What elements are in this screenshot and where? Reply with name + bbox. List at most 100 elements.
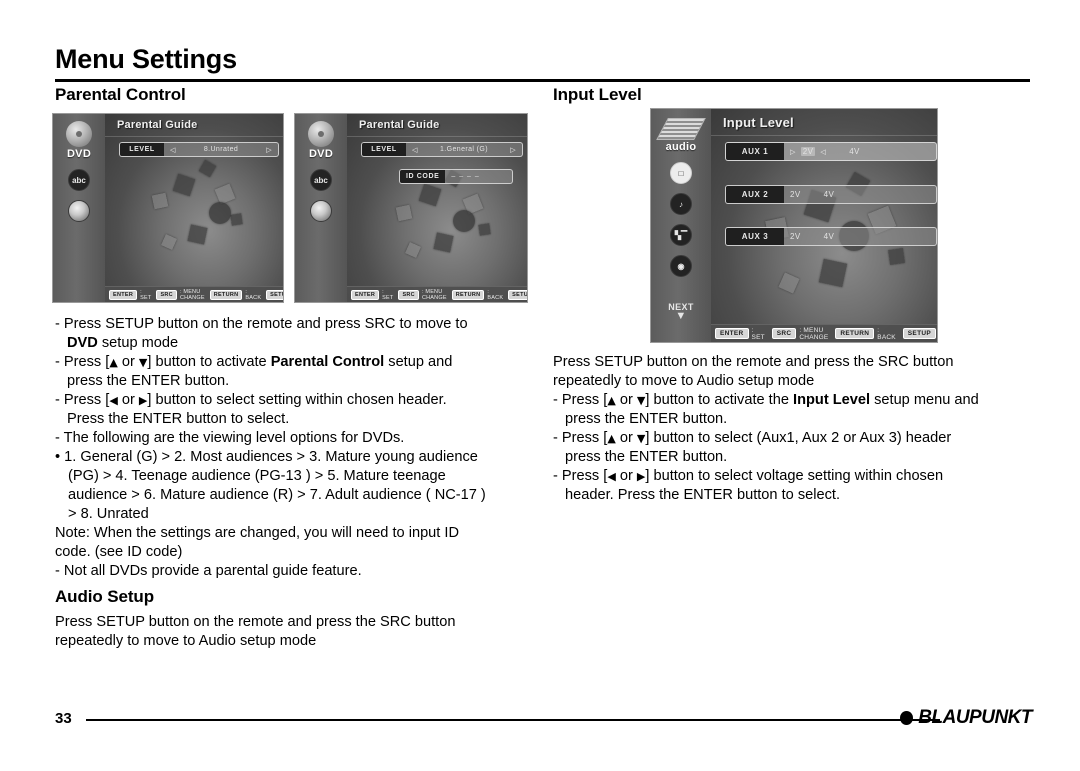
osd-sidebar-brand: DVD xyxy=(66,148,92,160)
osd-row-aux2[interactable]: AUX 2 2V 4V xyxy=(725,185,937,204)
left-arrow-icon[interactable]: ◁ xyxy=(820,148,826,156)
osd-row-label: AUX 2 xyxy=(726,186,784,203)
instruction-line: press the ENTER button. xyxy=(553,448,1031,467)
right-arrow-icon[interactable]: ▷ xyxy=(266,146,272,154)
osd-row-level[interactable]: LEVEL ◁ 1.General (G) ▷ xyxy=(361,142,523,157)
up-arrow-icon: ▲ xyxy=(607,432,616,445)
key-action: : SET xyxy=(140,288,152,301)
instruction-text: - Press [ xyxy=(55,392,110,408)
instruction-line: repeatedly to move to Audio setup mode xyxy=(55,632,529,651)
osd-screen: Input Level AUX 1 ▷ 2V ◁ 4V AUX 2 2V 4V … xyxy=(711,109,937,342)
keyhint-src: SRC : MENU CHANGE xyxy=(156,289,204,301)
instruction-text: - Press [ xyxy=(553,392,608,408)
instruction-text: ] button to select setting within chosen… xyxy=(147,392,447,408)
osd-row-level[interactable]: LEVEL ◁ 8.Unrated ▷ xyxy=(119,142,279,157)
osd-sidebar: DVD abc xyxy=(295,114,369,302)
subwoofer-icon: ◉ xyxy=(670,255,692,277)
instruction-line: press the ENTER button. xyxy=(553,410,1031,429)
title-divider xyxy=(55,79,1030,82)
osd-row-value: 1.General (G) xyxy=(440,146,488,153)
instruction-text: Note: When the settings are changed, you… xyxy=(55,525,460,541)
instruction-text: ] button to select (Aux1, Aux 2 or Aux 3… xyxy=(645,430,952,446)
key-label: SETUP xyxy=(266,289,283,300)
osd-row-aux3[interactable]: AUX 3 2V 4V xyxy=(725,227,937,246)
osd-row-value-alt[interactable]: 4V xyxy=(849,147,860,156)
osd-screen: Parental Guide LEVEL ◁ 1.General (G) ▷ I… xyxy=(347,114,527,302)
screenshot-input-level: audio □ ♪ ▚▔ ◉ NEXT ▼ Input Level AUX 1 … xyxy=(650,108,938,343)
instruction-text: - Not all DVDs provide a parental guide … xyxy=(55,563,362,579)
instruction-text: - Press [ xyxy=(55,354,110,370)
section-heading-parental-control: Parental Control xyxy=(55,85,186,104)
left-arrow-icon[interactable]: ◁ xyxy=(412,146,418,154)
osd-row-aux1[interactable]: AUX 1 ▷ 2V ◁ 4V xyxy=(725,142,937,161)
right-arrow-icon[interactable]: ▷ xyxy=(790,148,796,156)
osd-row-id-code[interactable]: ID CODE – – – – xyxy=(399,169,513,184)
osd-row-value-alt[interactable]: 4V xyxy=(824,190,835,199)
instruction-line: (PG) > 4. Teenage audience (PG-13 ) > 5.… xyxy=(55,467,529,486)
osd-row-value-selected[interactable]: 2V xyxy=(790,232,801,241)
instruction-line: - Press SETUP button on the remote and p… xyxy=(55,315,529,334)
key-label: RETURN xyxy=(451,289,485,300)
instruction-text: • 1. General (G) > 2. Most audiences > 3… xyxy=(55,449,478,465)
osd-keyhint-bar: ENTER : SET SRC : MENU CHANGE RETURN : B… xyxy=(347,286,527,302)
left-arrow-icon: ◀ xyxy=(607,470,616,483)
keyhint-enter: ENTER : SET xyxy=(109,289,151,301)
osd-row-label: ID CODE xyxy=(400,170,446,183)
instruction-line: DVD setup mode xyxy=(55,334,529,353)
instruction-emphasis: Parental Control xyxy=(270,354,385,370)
keyhint-return: RETURN : BACK xyxy=(451,289,503,301)
manual-page: Menu Settings Parental Control Input Lev… xyxy=(0,0,1080,771)
key-action: : SET xyxy=(382,288,394,301)
audio-setup-instructions: Press SETUP button on the remote and pre… xyxy=(55,613,529,651)
instruction-text: press the ENTER button. xyxy=(67,373,230,389)
osd-title-divider xyxy=(347,136,527,137)
instruction-text: press the ENTER button. xyxy=(565,411,728,427)
instruction-line: > 8. Unrated xyxy=(55,505,529,524)
instruction-text: Press SETUP button on the remote and pre… xyxy=(55,614,456,630)
instruction-text: - Press [ xyxy=(553,430,608,446)
instruction-line: header. Press the ENTER button to select… xyxy=(553,486,1031,505)
screenshot-parental-guide-1: DVD abc Parental Guide LEVEL ◁ 8.Unrated… xyxy=(52,113,284,303)
key-action: : BACK xyxy=(877,326,896,341)
instruction-line: - Not all DVDs provide a parental guide … xyxy=(55,562,529,581)
osd-row-value-selected[interactable]: 2V xyxy=(790,190,801,199)
instruction-line: Press SETUP button on the remote and pre… xyxy=(553,353,1031,372)
osd-row-value: 8.Unrated xyxy=(203,146,239,153)
osd-keyhint-bar: ENTER : SET SRC : MENU CHANGE RETURN : B… xyxy=(711,324,937,342)
instruction-text: Press SETUP button on the remote and pre… xyxy=(553,354,954,370)
instruction-text: Press the ENTER button to select. xyxy=(67,411,290,427)
osd-sidebar: audio □ ♪ ▚▔ ◉ NEXT ▼ xyxy=(651,109,711,342)
instruction-line: press the ENTER button. xyxy=(55,372,529,391)
instruction-line: audience > 6. Mature audience (R) > 7. A… xyxy=(55,486,529,505)
key-label: SRC xyxy=(398,289,419,300)
instruction-text: press the ENTER button. xyxy=(565,449,728,465)
disc-stack-icon xyxy=(656,118,706,140)
instruction-text: - Press [ xyxy=(553,468,608,484)
keyhint-src: SRC : MENU CHANGE xyxy=(398,289,446,301)
osd-title: Parental Guide xyxy=(359,119,440,131)
key-label: SETUP xyxy=(902,328,936,339)
instruction-text: or xyxy=(615,430,637,446)
right-arrow-icon[interactable]: ▷ xyxy=(510,146,516,154)
instruction-line: - Press [▲ or ▼] button to select (Aux1,… xyxy=(553,429,1031,448)
keyhint-src: SRC : MENU CHANGE xyxy=(771,327,829,341)
abc-icon: abc xyxy=(310,169,332,191)
instruction-text: or xyxy=(117,354,139,370)
key-label: ENTER xyxy=(109,289,138,300)
osd-row-value: – – – – xyxy=(451,173,480,180)
up-arrow-icon: ▲ xyxy=(607,394,616,407)
note-line: code. (see ID code) xyxy=(55,543,529,562)
instruction-text: code. (see ID code) xyxy=(55,544,183,560)
instruction-text: header. Press the ENTER button to select… xyxy=(565,487,840,503)
osd-row-value-alt[interactable]: 4V xyxy=(824,232,835,241)
osd-row-value-selected[interactable]: 2V xyxy=(800,147,816,156)
key-label: SRC xyxy=(156,289,177,300)
osd-keyhint-bar: ENTER : SET SRC : MENU CHANGE RETURN : B… xyxy=(105,286,283,302)
key-label: ENTER xyxy=(351,289,380,300)
osd-row-label: AUX 3 xyxy=(726,228,784,245)
osd-title: Parental Guide xyxy=(117,119,198,131)
instruction-text: ] button to select voltage setting withi… xyxy=(645,468,944,484)
next-indicator[interactable]: NEXT ▼ xyxy=(668,302,694,322)
left-arrow-icon[interactable]: ◁ xyxy=(170,146,176,154)
osd-screen: Parental Guide LEVEL ◁ 8.Unrated ▷ ENTER… xyxy=(105,114,283,302)
